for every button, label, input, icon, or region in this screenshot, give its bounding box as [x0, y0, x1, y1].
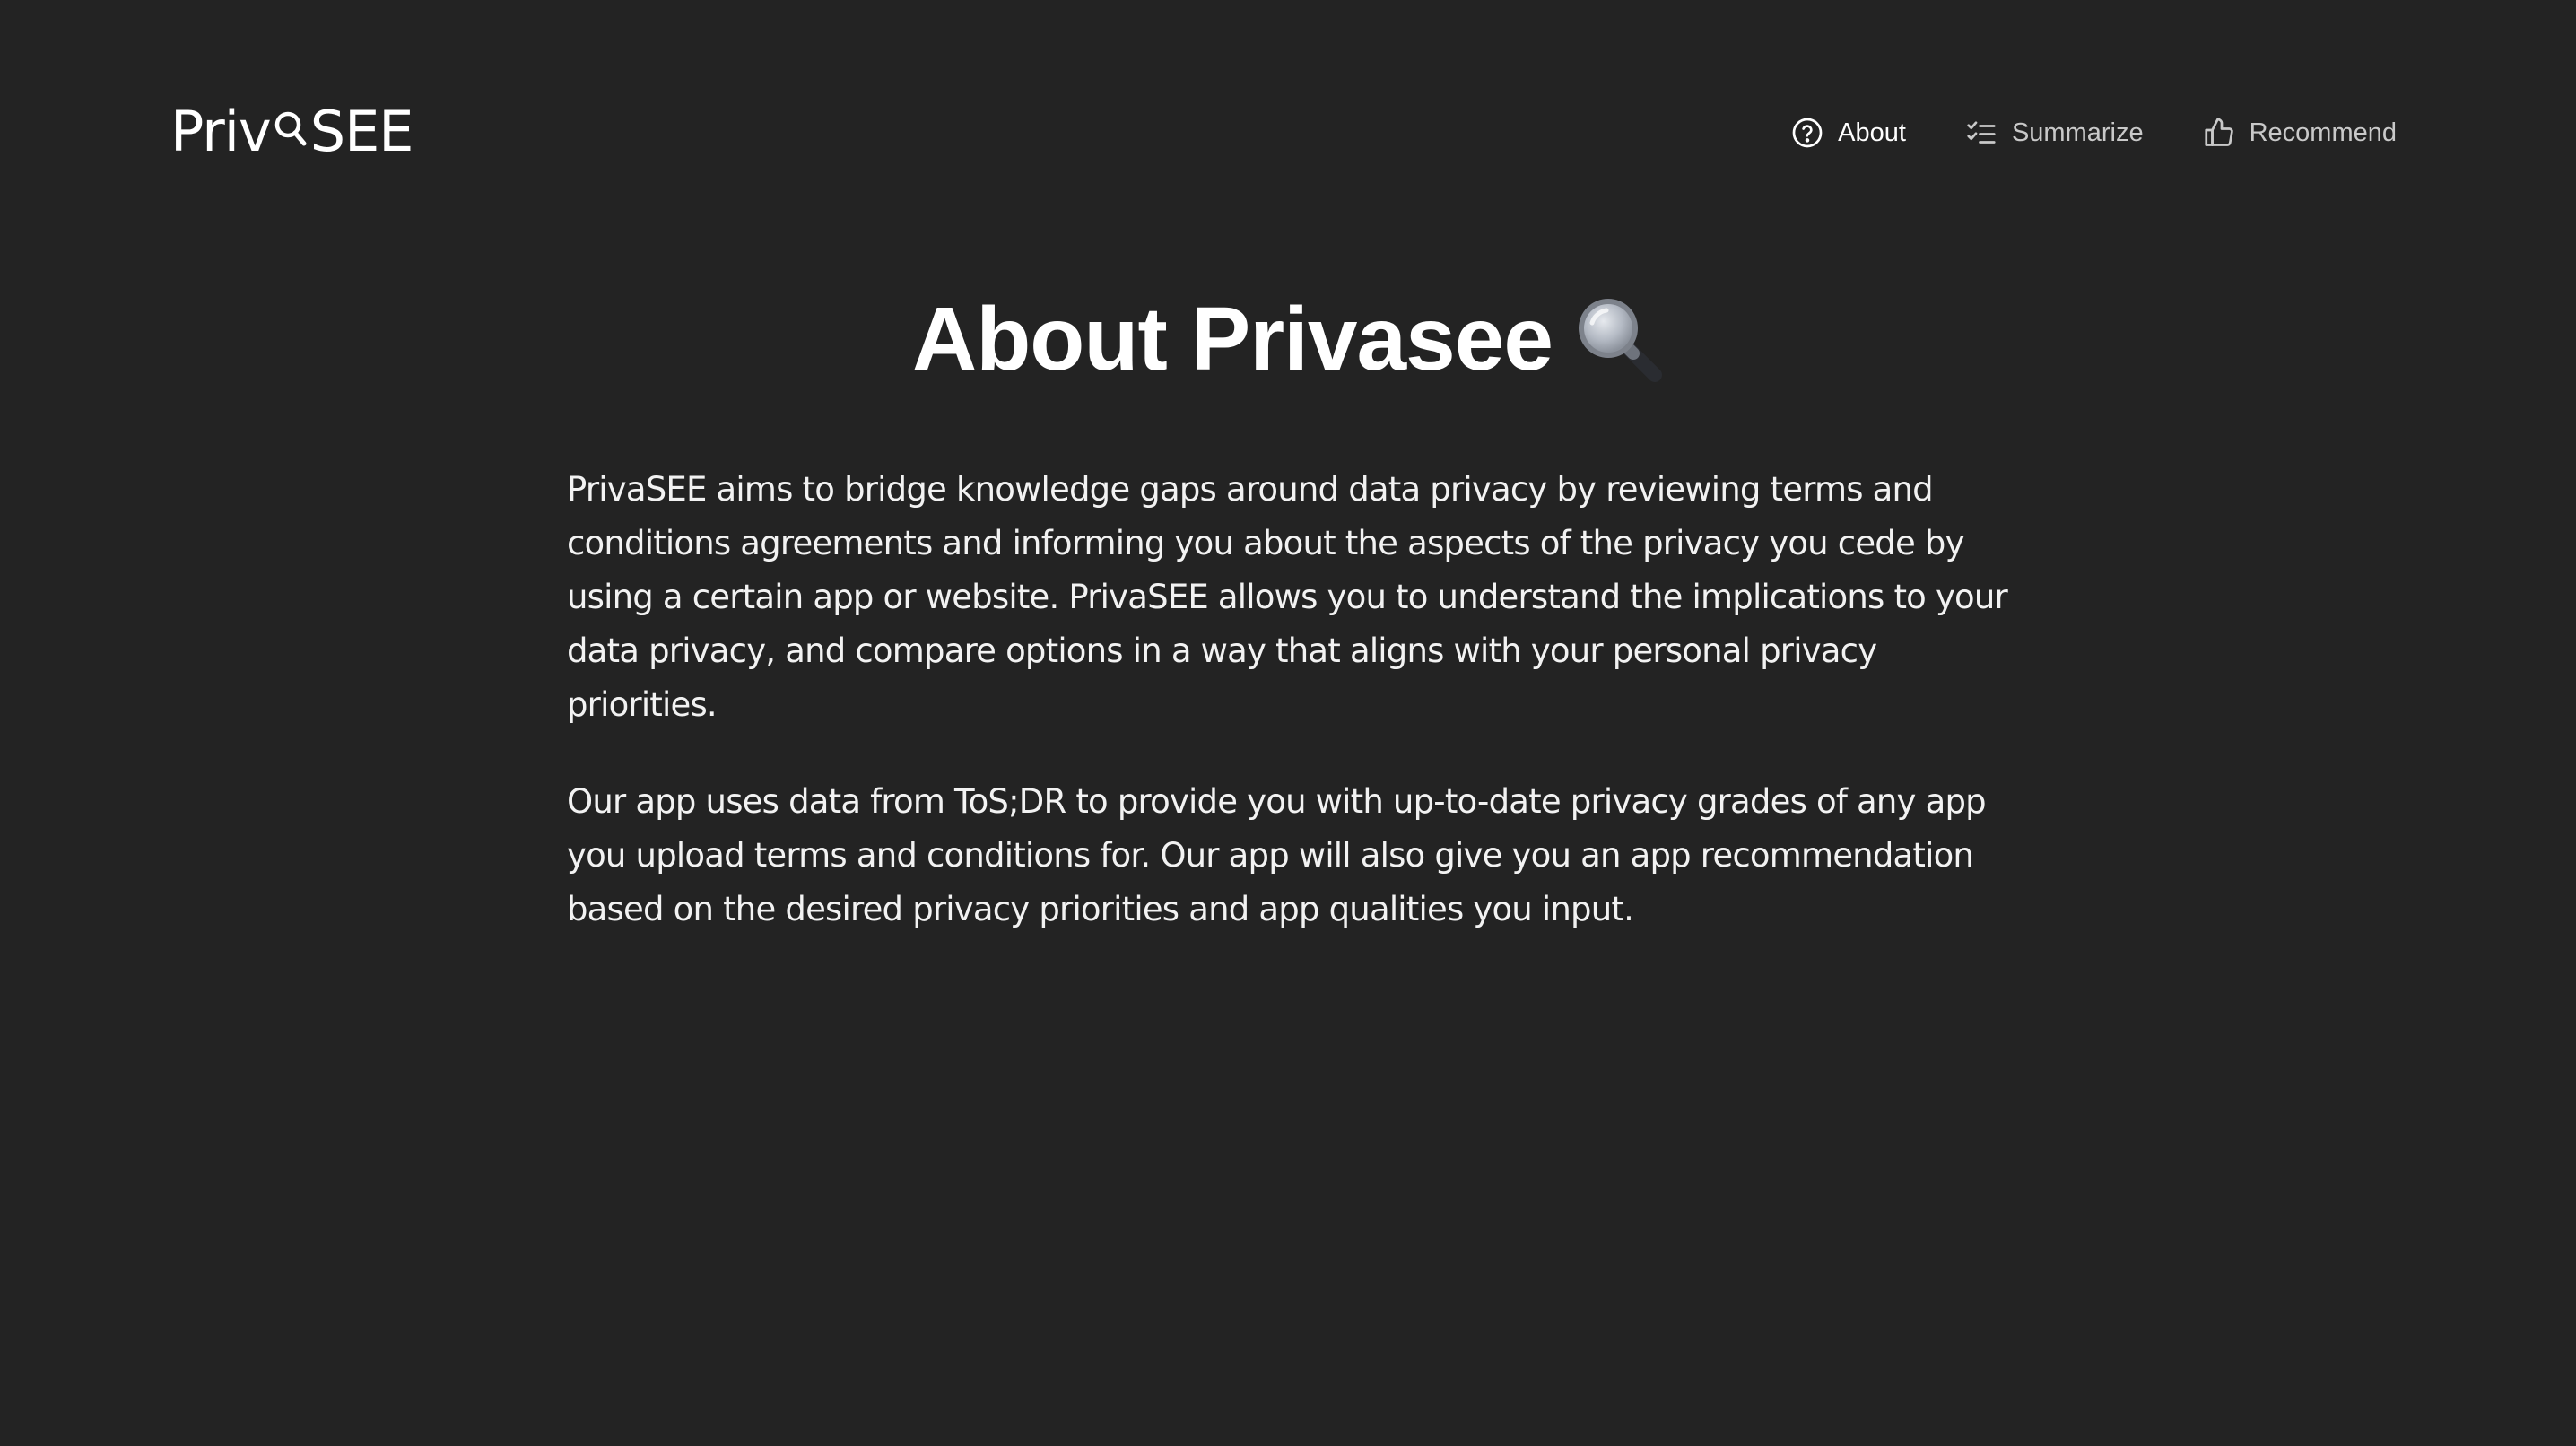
- logo-text-suffix: SEE: [309, 99, 414, 164]
- about-content: PrivaSEE aims to bridge knowledge gaps a…: [567, 463, 2020, 980]
- nav-recommend[interactable]: Recommend: [2203, 117, 2397, 149]
- logo[interactable]: Priv SEE: [170, 97, 414, 164]
- title-row: About Privasee: [0, 285, 2576, 393]
- nav-recommend-label: Recommend: [2249, 118, 2397, 147]
- top-nav: About Summarize Recommend: [1791, 109, 2397, 156]
- nav-summarize-label: Summarize: [2011, 118, 2144, 147]
- logo-text-prefix: Priv: [170, 99, 272, 164]
- page-title: About Privasee: [911, 289, 1553, 389]
- about-paragraph-1: PrivaSEE aims to bridge knowledge gaps a…: [567, 470, 2008, 724]
- about-paragraph-2: Our app uses data from ToS;DR to provide…: [567, 782, 1987, 928]
- magnifier-icon: [273, 97, 309, 151]
- magnifying-glass-icon: [1571, 291, 1664, 388]
- nav-about-label: About: [1838, 118, 1906, 147]
- nav-about[interactable]: About: [1791, 117, 1906, 149]
- page: Priv SEE About Summarize Recommend About…: [0, 0, 2576, 1446]
- checklist-icon: [1965, 117, 1997, 149]
- question-circle-icon: [1791, 117, 1823, 149]
- nav-summarize[interactable]: Summarize: [1965, 117, 2144, 149]
- thumbs-up-icon: [2203, 117, 2235, 149]
